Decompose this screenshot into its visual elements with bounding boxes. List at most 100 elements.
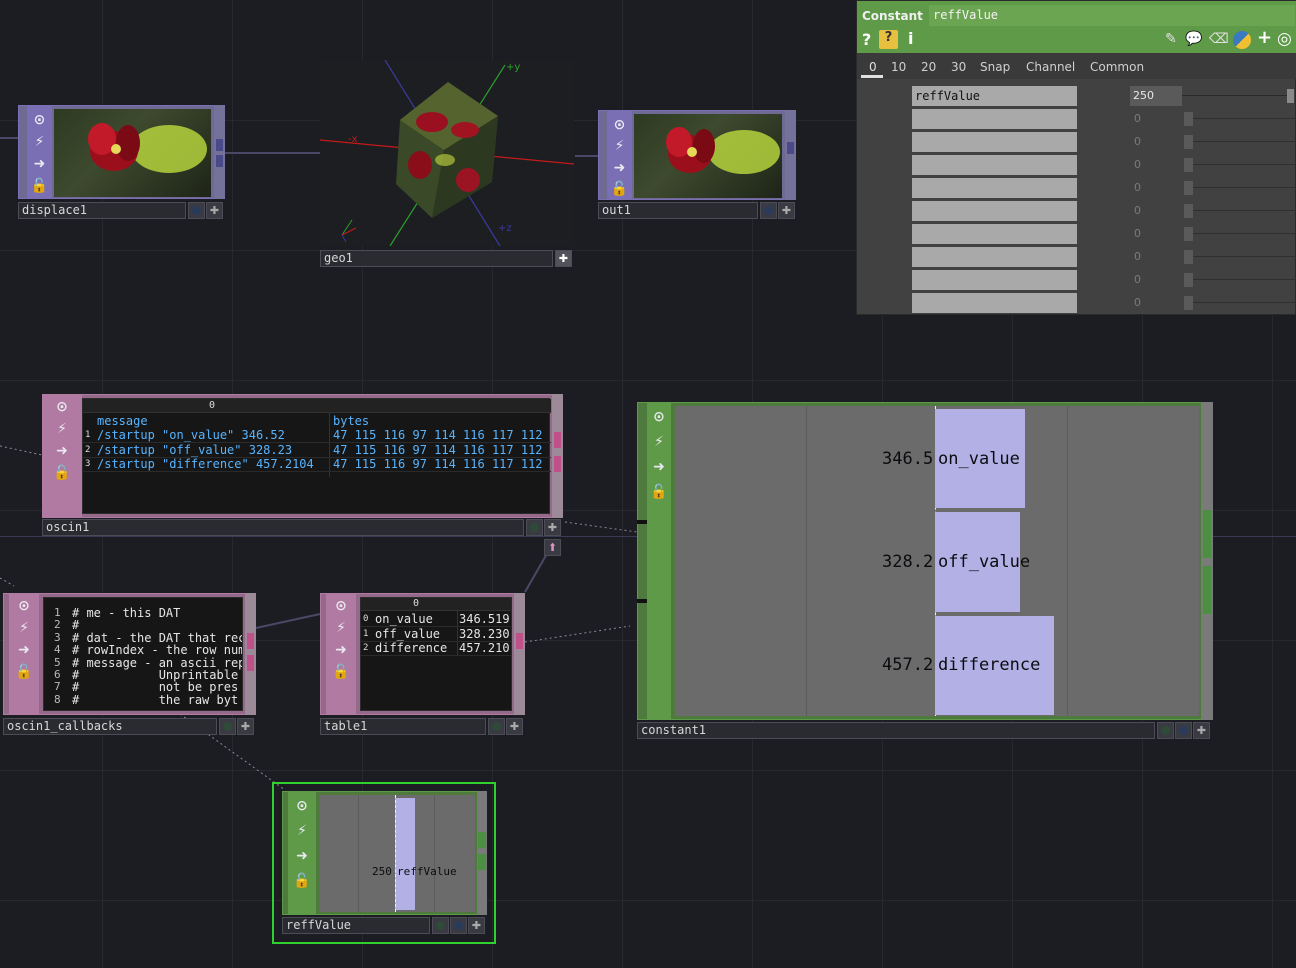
- tab-common[interactable]: Common: [1090, 60, 1144, 74]
- param-slider-track[interactable]: [1193, 279, 1296, 280]
- param-value-field[interactable]: 0: [1134, 132, 1164, 152]
- param-slider-track[interactable]: [1193, 210, 1296, 211]
- param-value-field[interactable]: 0: [1134, 293, 1164, 313]
- node-add-icon[interactable]: ✚: [237, 718, 254, 735]
- node-add-icon[interactable]: ✚: [206, 202, 223, 219]
- add-icon[interactable]: +: [1257, 27, 1272, 48]
- viewer-icon[interactable]: ⊙: [30, 109, 50, 131]
- node-add-icon[interactable]: ✚: [544, 519, 561, 536]
- param-value-field[interactable]: 0: [1134, 270, 1164, 290]
- info-icon[interactable]: i: [908, 29, 913, 48]
- node-active-toggle[interactable]: [488, 718, 505, 735]
- param-slider-track[interactable]: [1193, 141, 1296, 142]
- node-viewer-toggle[interactable]: [450, 917, 467, 934]
- param-value-field[interactable]: 0: [1134, 201, 1164, 221]
- param-slider-handle[interactable]: [1184, 273, 1193, 287]
- bypass-icon[interactable]: ⚡: [610, 136, 630, 158]
- node-name[interactable]: constant1: [637, 722, 1155, 739]
- node-name[interactable]: out1: [598, 202, 758, 219]
- tab-30[interactable]: 30: [951, 60, 966, 74]
- node-name[interactable]: reffValue: [282, 917, 430, 934]
- python-icon[interactable]: [1233, 31, 1251, 49]
- clear-icon[interactable]: ⌫: [1209, 31, 1229, 47]
- lock-icon[interactable]: 🔓: [52, 462, 72, 484]
- display-icon[interactable]: ➜: [610, 157, 630, 179]
- param-name-field[interactable]: [912, 270, 1077, 290]
- display-icon[interactable]: ➜: [292, 843, 312, 868]
- param-name-field[interactable]: [912, 109, 1077, 129]
- display-icon[interactable]: ➜: [331, 639, 351, 661]
- bypass-icon[interactable]: ⚡: [14, 617, 34, 639]
- display-icon[interactable]: ➜: [649, 454, 669, 479]
- comment-icon[interactable]: 💬: [1185, 31, 1202, 47]
- node-viewer-toggle[interactable]: [1175, 722, 1192, 739]
- node-add-icon[interactable]: ✚: [555, 250, 572, 267]
- python-help-icon[interactable]: ?: [879, 30, 898, 49]
- param-name-field[interactable]: [912, 293, 1077, 313]
- tab-20[interactable]: 20: [921, 60, 936, 74]
- viewer-icon[interactable]: ⊙: [52, 396, 72, 418]
- viewer-icon[interactable]: ⊙: [331, 595, 351, 617]
- param-slider-handle[interactable]: [1184, 296, 1193, 310]
- tab-10[interactable]: 10: [891, 60, 906, 74]
- param-slider-track[interactable]: [1193, 164, 1296, 165]
- bypass-icon[interactable]: ⚡: [331, 617, 351, 639]
- node-active-toggle[interactable]: [1157, 722, 1174, 739]
- param-slider-handle[interactable]: [1184, 135, 1193, 149]
- param-value-field[interactable]: 0: [1134, 247, 1164, 267]
- param-slider-track[interactable]: [1193, 187, 1296, 188]
- tab-channel[interactable]: Channel: [1026, 60, 1075, 74]
- display-icon[interactable]: ➜: [52, 440, 72, 462]
- tab-snap[interactable]: Snap: [980, 60, 1010, 74]
- bypass-icon[interactable]: ⚡: [649, 429, 669, 454]
- target-icon[interactable]: ◎: [1277, 29, 1292, 49]
- param-name-field[interactable]: [912, 201, 1077, 221]
- node-add-icon[interactable]: ✚: [468, 917, 485, 934]
- tab-0[interactable]: 0: [869, 60, 877, 74]
- node-add-icon[interactable]: ✚: [778, 202, 795, 219]
- param-value-field[interactable]: 0: [1134, 109, 1164, 129]
- help-icon[interactable]: ?: [862, 30, 871, 49]
- node-add-icon[interactable]: ✚: [506, 718, 523, 735]
- viewer-icon[interactable]: ⊙: [292, 793, 312, 818]
- param-value-field[interactable]: 0: [1134, 224, 1164, 244]
- param-slider-handle[interactable]: [1287, 89, 1294, 103]
- param-slider-handle[interactable]: [1184, 204, 1193, 218]
- node-add-icon[interactable]: ✚: [1193, 722, 1210, 739]
- bypass-icon[interactable]: ⚡: [30, 131, 50, 153]
- display-icon[interactable]: ➜: [14, 639, 34, 661]
- bypass-icon[interactable]: ⚡: [292, 818, 312, 843]
- param-name-field[interactable]: [912, 178, 1077, 198]
- param-name-field[interactable]: [912, 247, 1077, 267]
- param-slider-handle[interactable]: [1184, 112, 1193, 126]
- param-slider-handle[interactable]: [1184, 181, 1193, 195]
- param-slider-track[interactable]: [1193, 256, 1296, 257]
- viewer-icon[interactable]: ⊙: [610, 114, 630, 136]
- lock-icon[interactable]: 🔓: [331, 661, 351, 683]
- param-slider-handle[interactable]: [1184, 158, 1193, 172]
- param-name-field[interactable]: [912, 224, 1077, 244]
- param-name-field[interactable]: [912, 155, 1077, 175]
- param-value-field[interactable]: 0: [1134, 155, 1164, 175]
- param-slider-track[interactable]: [1193, 302, 1296, 303]
- node-name[interactable]: oscin1_callbacks: [3, 718, 217, 735]
- param-name-field[interactable]: [912, 132, 1077, 152]
- param-slider-handle[interactable]: [1184, 250, 1193, 264]
- lock-icon[interactable]: 🔓: [30, 175, 50, 197]
- param-slider-track[interactable]: [1182, 95, 1287, 96]
- node-name[interactable]: oscin1: [42, 519, 524, 536]
- param-name-field[interactable]: reffValue: [912, 86, 1077, 106]
- node-callback-icon[interactable]: ⬆: [544, 539, 561, 556]
- lock-icon[interactable]: 🔓: [649, 479, 669, 504]
- op-name-field[interactable]: reffValue: [929, 5, 1295, 26]
- param-slider-handle[interactable]: [1184, 227, 1193, 241]
- node-active-toggle[interactable]: [526, 519, 543, 536]
- node-name[interactable]: table1: [320, 718, 486, 735]
- edit-icon[interactable]: ✎: [1165, 31, 1177, 47]
- node-active-toggle[interactable]: [432, 917, 449, 934]
- param-value-field[interactable]: 250: [1130, 86, 1182, 106]
- node-active-toggle[interactable]: [760, 202, 777, 219]
- viewer-icon[interactable]: ⊙: [649, 404, 669, 429]
- node-active-toggle[interactable]: [219, 718, 236, 735]
- lock-icon[interactable]: 🔓: [14, 661, 34, 683]
